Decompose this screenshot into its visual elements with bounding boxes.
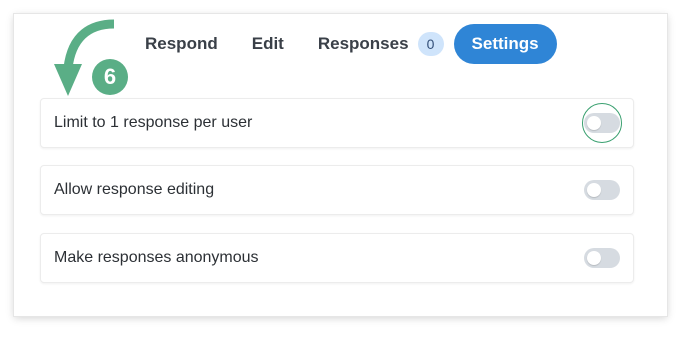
setting-row-anonymous: Make responses anonymous <box>40 233 634 283</box>
setting-label: Limit to 1 response per user <box>54 114 253 131</box>
step-number-badge: 6 <box>92 59 128 95</box>
setting-label: Make responses anonymous <box>54 249 259 266</box>
setting-row-limit-response: Limit to 1 response per user <box>40 98 634 148</box>
setting-label: Allow response editing <box>54 181 215 198</box>
tab-responses-label: Responses <box>317 34 409 53</box>
highlight-ring <box>582 103 622 143</box>
toggle-knob <box>587 251 601 265</box>
anonymous-toggle[interactable] <box>584 248 620 268</box>
setting-row-allow-editing: Allow response editing <box>40 165 634 215</box>
tab-respond-label: Respond <box>145 34 218 53</box>
tab-edit-label: Edit <box>251 34 284 53</box>
tab-responses[interactable]: Responses 0 <box>300 24 454 64</box>
tab-settings-label: Settings <box>471 34 539 53</box>
tab-bar: Respond Edit Responses 0 Settings <box>128 24 557 64</box>
tab-respond[interactable]: Respond <box>128 24 236 64</box>
tab-edit[interactable]: Edit <box>236 24 300 64</box>
responses-count-badge: 0 <box>417 32 444 56</box>
allow-editing-toggle[interactable] <box>584 180 620 200</box>
toggle-knob <box>587 183 601 197</box>
tab-settings[interactable]: Settings <box>453 24 557 64</box>
